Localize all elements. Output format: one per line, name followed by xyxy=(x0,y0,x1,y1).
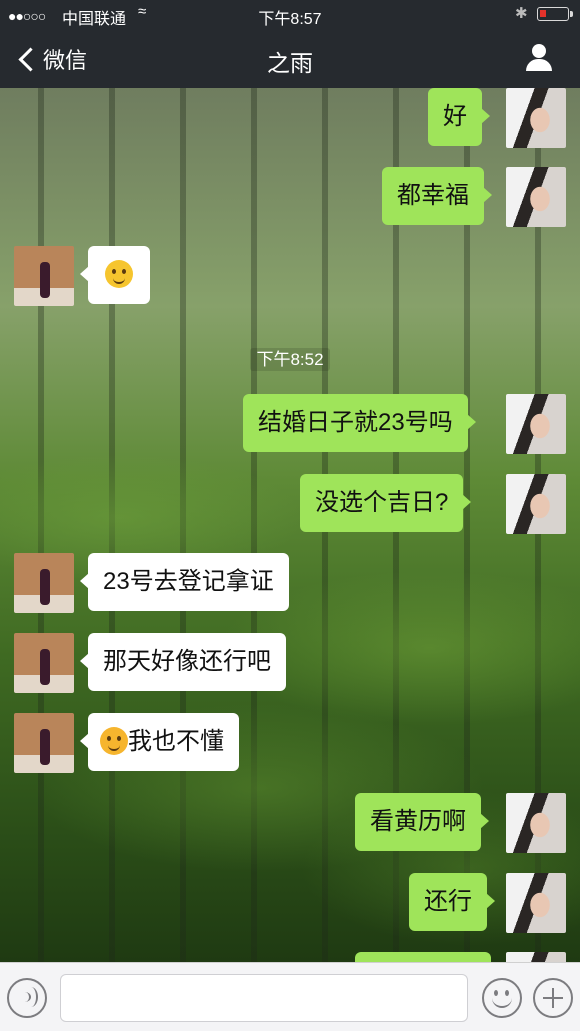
crying-laughing-emoji-icon xyxy=(100,726,128,755)
message-bubble-sent[interactable]: 没选个吉日? xyxy=(300,474,472,532)
message-timestamp: 下午8:52 xyxy=(0,345,580,371)
my-avatar[interactable] xyxy=(506,394,566,454)
message-bubble-sent[interactable]: 好 xyxy=(428,88,490,146)
voice-input-icon[interactable] xyxy=(7,978,47,1018)
input-toolbar xyxy=(0,962,580,1031)
chat-title: 之雨 xyxy=(267,50,313,76)
message-bubble-sent[interactable] xyxy=(355,952,491,962)
my-avatar[interactable] xyxy=(506,873,566,933)
message-bubble-received[interactable] xyxy=(80,246,150,304)
my-avatar[interactable] xyxy=(506,167,566,227)
contact-avatar[interactable] xyxy=(14,633,74,693)
message-bubble-sent[interactable]: 都幸福 xyxy=(382,167,492,225)
plus-icon[interactable] xyxy=(533,978,573,1018)
message-bubble-received[interactable]: 那天好像还行吧 xyxy=(80,633,286,691)
bluetooth-icon: ✱ xyxy=(515,5,528,22)
status-bar: ●●○○○ 中国联通 ≈ 下午8:57 ✱ xyxy=(0,0,580,30)
message-bubble-sent[interactable]: 结婚日子就23号吗 xyxy=(243,394,476,452)
battery-icon xyxy=(537,7,573,21)
message-bubble-sent[interactable]: 还行 xyxy=(409,873,495,931)
contact-avatar[interactable] xyxy=(14,246,74,306)
contact-avatar[interactable] xyxy=(14,713,74,773)
status-time: 下午8:57 xyxy=(258,11,322,28)
my-avatar[interactable] xyxy=(506,793,566,853)
chat-area[interactable]: 好 都幸福 下午8:52 结婚日子就23号吗 没选个吉日? 23号去登记拿证 那… xyxy=(0,88,580,962)
contact-info-icon[interactable] xyxy=(522,44,556,74)
message-bubble-received[interactable]: 我也不懂 xyxy=(80,713,239,771)
contact-avatar[interactable] xyxy=(14,553,74,613)
my-avatar[interactable] xyxy=(506,88,566,148)
message-text: 我也不懂 xyxy=(128,728,224,755)
message-bubble-received[interactable]: 23号去登记拿证 xyxy=(80,553,289,611)
my-avatar[interactable] xyxy=(506,952,566,962)
message-input[interactable] xyxy=(60,974,468,1022)
top-chrome: ●●○○○ 中国联通 ≈ 下午8:57 ✱ 微信 之雨 xyxy=(0,0,580,88)
emoji-icon[interactable] xyxy=(482,978,522,1018)
message-bubble-sent[interactable]: 看黄历啊 xyxy=(355,793,489,851)
chat-header: 微信 之雨 xyxy=(0,30,580,88)
my-avatar[interactable] xyxy=(506,474,566,534)
grinning-emoji-icon xyxy=(105,259,133,288)
